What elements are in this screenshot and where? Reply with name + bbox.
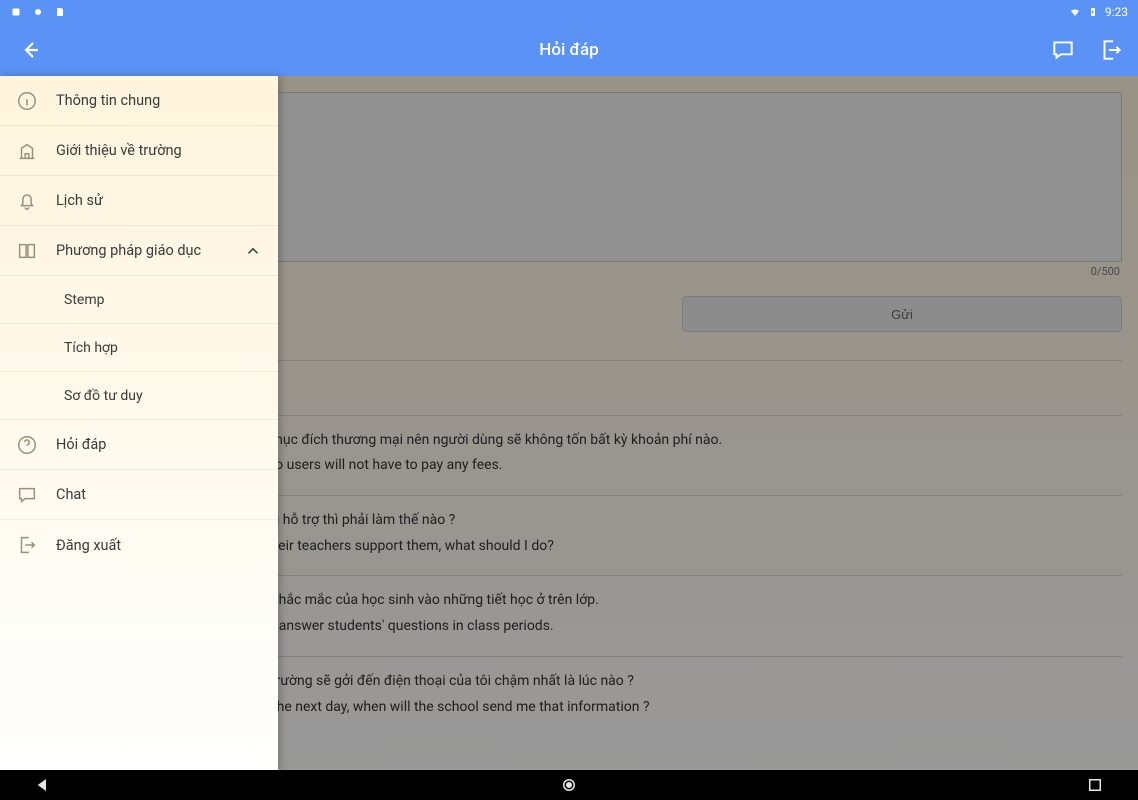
logout-icon[interactable] [1098, 37, 1124, 63]
nav-back-button[interactable] [34, 776, 52, 794]
chat-icon[interactable] [1050, 37, 1076, 63]
drawer-subitem-mindmap[interactable]: Sơ đồ tư duy [0, 372, 278, 420]
chevron-up-icon [244, 242, 262, 260]
page-title: Hỏi đáp [0, 40, 1138, 60]
drawer-item-label: Tích hợp [64, 340, 118, 356]
book-icon [16, 240, 38, 262]
drawer-item-label: Giới thiệu về trường [56, 142, 182, 159]
drawer-item-history[interactable]: Lịch sử [0, 176, 278, 226]
drawer-item-chat[interactable]: Chat [0, 470, 278, 520]
drawer-item-info[interactable]: Thông tin chung [0, 76, 278, 126]
notification-icon [10, 6, 22, 18]
help-icon [16, 434, 38, 456]
wifi-icon [1069, 6, 1081, 18]
drawer-item-label: Thông tin chung [56, 92, 160, 109]
nav-home-button[interactable] [560, 776, 578, 794]
drawer-item-label: Đăng xuất [56, 537, 121, 554]
drawer-item-label: Stemp [64, 292, 104, 308]
chat-icon [16, 484, 38, 506]
app-bar: Hỏi đáp [0, 24, 1138, 76]
building-icon [16, 140, 38, 162]
drawer-item-label: Sơ đồ tư duy [64, 388, 143, 404]
nav-recents-button[interactable] [1086, 776, 1104, 794]
drawer-item-label: Phương pháp giáo dục [56, 242, 201, 259]
drawer-item-logout[interactable]: Đăng xuất [0, 520, 278, 570]
drawer-item-method[interactable]: Phương pháp giáo dục [0, 226, 278, 276]
info-icon [16, 90, 38, 112]
drawer-subitem-stemp[interactable]: Stemp [0, 276, 278, 324]
drawer-item-qa[interactable]: Hỏi đáp [0, 420, 278, 470]
drawer-item-label: Hỏi đáp [56, 436, 106, 453]
android-nav-bar [0, 770, 1138, 800]
bell-icon [16, 190, 38, 212]
battery-charging-icon [1087, 6, 1099, 18]
settings-dot-icon [32, 6, 44, 18]
logout-icon [16, 534, 38, 556]
android-status-bar: 9:23 [0, 0, 1138, 24]
navigation-drawer: Thông tin chung Giới thiệu về trường Lịc… [0, 76, 278, 770]
drawer-item-about[interactable]: Giới thiệu về trường [0, 126, 278, 176]
sd-card-icon [54, 6, 66, 18]
back-button[interactable] [18, 38, 42, 62]
drawer-item-label: Lịch sử [56, 192, 103, 209]
drawer-subitem-tichhop[interactable]: Tích hợp [0, 324, 278, 372]
status-time: 9:23 [1105, 5, 1128, 19]
drawer-item-label: Chat [56, 486, 86, 503]
